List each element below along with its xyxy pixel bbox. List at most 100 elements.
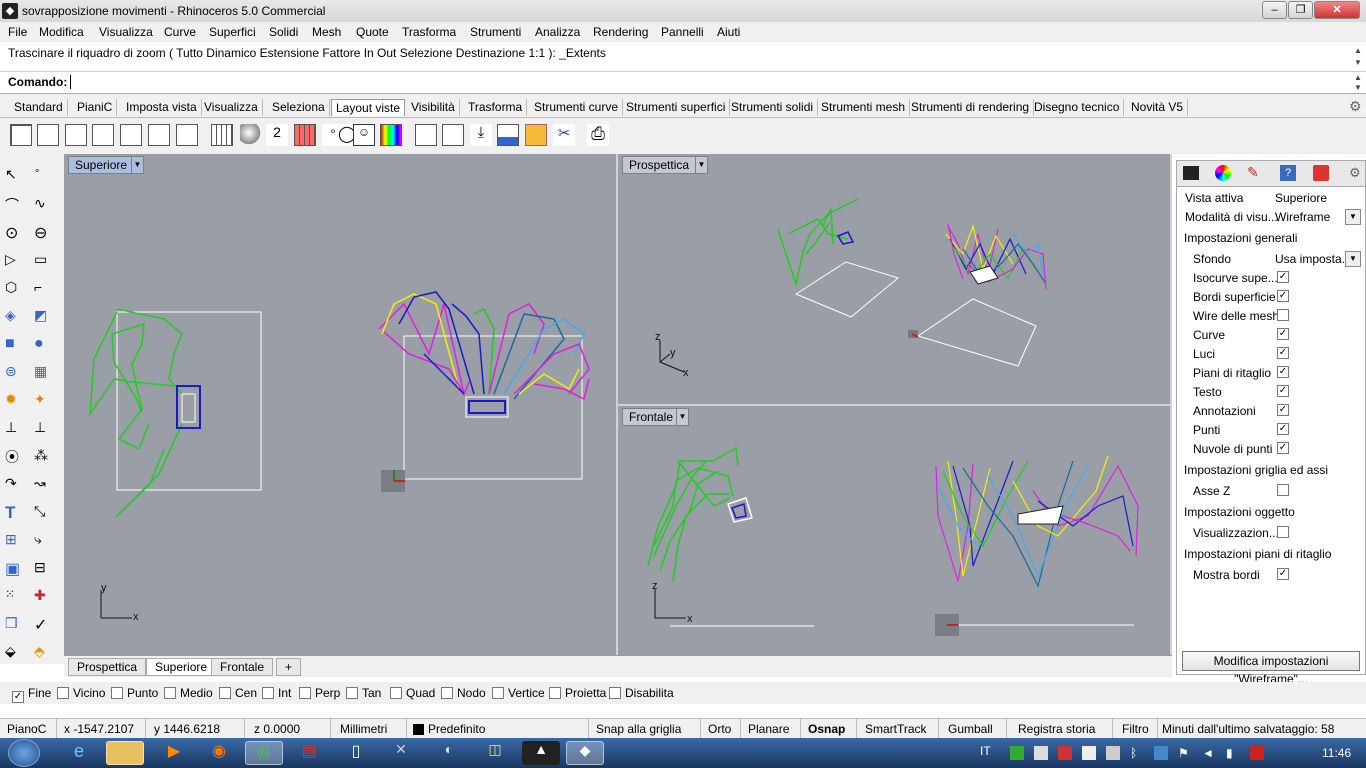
tab-strumenti-rendering[interactable]: Strumenti di rendering [907, 99, 1035, 116]
ungroup-icon[interactable]: ⁂ [34, 447, 54, 467]
circle-icon[interactable]: ⊙ [5, 223, 25, 243]
tool-icon[interactable]: ✕ [382, 741, 420, 765]
osnap-checkbox[interactable] [609, 687, 621, 699]
cmd-scroll-up-icon[interactable]: ▲ [1352, 73, 1364, 83]
polyline-icon[interactable]: ⌒ [5, 195, 25, 215]
orto-button[interactable]: Orto [708, 722, 731, 736]
check-icon[interactable]: ✓ [34, 615, 54, 635]
arc-icon[interactable]: ▷ [5, 251, 25, 271]
planare-button[interactable]: Planare [748, 722, 789, 736]
option-checkbox[interactable]: ✓ [1277, 385, 1289, 397]
menu-modifica[interactable]: Modifica [39, 25, 84, 39]
print-icon[interactable]: ⎙ [587, 124, 609, 146]
smarttrack-button[interactable]: SmartTrack [865, 722, 927, 736]
explode-icon[interactable]: ✦ [34, 391, 54, 411]
app-icon[interactable]: ◐ [430, 741, 468, 765]
select-arrow-icon[interactable]: ↖ [5, 166, 25, 186]
layers-icon[interactable] [1313, 165, 1329, 181]
trim-icon[interactable]: ⊥ [5, 419, 25, 439]
tab-visibilita[interactable]: Visibilità [407, 99, 460, 116]
modify-wireframe-button[interactable]: Modifica impostazioni "Wireframe"... [1182, 651, 1360, 686]
gumball-button[interactable]: Gumball [948, 722, 993, 736]
array-icon[interactable]: ⊞ [5, 531, 25, 551]
maximize-button[interactable]: ❐ [1288, 1, 1313, 19]
layout-import-icon[interactable]: ⤓ [470, 124, 492, 146]
menu-strumenti[interactable]: Strumenti [470, 25, 521, 39]
extrude-surface-icon[interactable]: ◩ [34, 307, 54, 327]
mesh-icon[interactable]: ▦ [34, 363, 54, 383]
osnap-checkbox[interactable] [441, 687, 453, 699]
firefox-icon[interactable]: ◉ [200, 741, 238, 765]
osnap-checkbox[interactable]: ✓ [12, 691, 24, 703]
osnap-punto[interactable]: Punto [111, 686, 158, 700]
color-wheel-icon[interactable] [1215, 165, 1231, 181]
volume-icon[interactable]: ◄ [1202, 746, 1216, 760]
osnap-checkbox[interactable] [164, 687, 176, 699]
menu-trasforma[interactable]: Trasforma [402, 25, 456, 39]
rebuild-icon[interactable]: ↝ [34, 475, 54, 495]
chrome-icon[interactable]: ◎ [245, 741, 283, 765]
row-check-3[interactable]: Curve ✓ [1177, 326, 1365, 345]
page-layout-icon[interactable] [415, 124, 437, 146]
menu-curve[interactable]: Curve [164, 25, 196, 39]
4-viewports-icon[interactable] [10, 124, 32, 146]
osnap-checkbox[interactable] [219, 687, 231, 699]
tab-novita-v5[interactable]: Novità V5 [1127, 99, 1189, 116]
row-visualizzazione[interactable]: Visualizzazion... [1177, 524, 1365, 543]
status-units[interactable]: Millimetri [340, 722, 387, 736]
tray-icon[interactable] [1058, 746, 1072, 760]
status-layer[interactable]: Predefinito [428, 722, 485, 736]
cylinder-icon[interactable]: ⊜ [5, 363, 25, 383]
explorer-icon[interactable] [106, 741, 144, 765]
chevron-down-icon[interactable]: ▼ [1345, 209, 1361, 225]
visualizzazione-checkbox[interactable] [1277, 526, 1289, 538]
tab-layout-viste[interactable]: Layout viste [331, 99, 406, 116]
face-icon[interactable]: ☺ [353, 124, 375, 146]
grid-color-icon[interactable] [294, 124, 316, 146]
command-input[interactable] [70, 75, 71, 89]
join-icon[interactable]: ↷ [5, 475, 25, 495]
option-checkbox[interactable]: ✓ [1277, 404, 1289, 416]
snap-grid-button[interactable]: Snap alla griglia [596, 722, 681, 736]
row-check-0[interactable]: Isocurve supe... ✓ [1177, 269, 1365, 288]
vtab-frontale[interactable]: Frontale [211, 658, 274, 676]
row-check-9[interactable]: Nuvole di punti ✓ [1177, 440, 1365, 459]
rhino-app-icon[interactable]: ◆ [2, 3, 18, 19]
menu-solidi[interactable]: Solidi [269, 25, 298, 39]
tools-icon[interactable]: ✂ [553, 124, 575, 146]
media-player-icon[interactable]: ▶ [155, 741, 193, 765]
split-vertical-icon[interactable] [176, 124, 198, 146]
tab-disegno-tecnico[interactable]: Disegno tecnico [1030, 99, 1125, 116]
asse-z-checkbox[interactable] [1277, 484, 1289, 496]
menu-rendering[interactable]: Rendering [593, 25, 648, 39]
option-checkbox[interactable]: ✓ [1277, 423, 1289, 435]
option-checkbox[interactable]: ✓ [1277, 366, 1289, 378]
tab-strumenti-superfici[interactable]: Strumenti superfici [622, 99, 731, 116]
split-icon[interactable]: ⊥ [34, 419, 54, 439]
curve-icon[interactable]: ∿ [34, 195, 54, 215]
row-check-2[interactable]: Wire delle mesh [1177, 307, 1365, 326]
osnap-quad[interactable]: Quad [390, 686, 435, 700]
layer-icon[interactable]: ⬙ [5, 643, 25, 663]
osnap-vicino[interactable]: Vicino [57, 686, 105, 700]
menu-quote[interactable]: Quote [356, 25, 389, 39]
tab-seleziona[interactable]: Seleziona [268, 99, 330, 116]
row-mostra-bordi[interactable]: Mostra bordi ✓ [1177, 566, 1365, 585]
clock[interactable]: 11:46 [1322, 746, 1351, 760]
notes-icon[interactable]: ◫ [476, 741, 514, 765]
3-viewports-icon[interactable] [37, 124, 59, 146]
viewport-frontale[interactable]: Frontale ▼ z x [618, 406, 1170, 656]
tab-pianic[interactable]: PianiC [73, 99, 118, 116]
language-indicator[interactable]: IT [980, 744, 991, 758]
vtab-superiore[interactable]: Superiore [146, 658, 217, 676]
boolean-icon[interactable]: ✹ [5, 391, 25, 411]
cmd-scroll-down-icon[interactable]: ▼ [1352, 83, 1364, 93]
grid-icon[interactable] [211, 124, 233, 146]
group-icon[interactable]: ⦿ [5, 447, 25, 467]
osnap-nodo[interactable]: Nodo [441, 686, 486, 700]
block-icon[interactable]: ▣ [5, 559, 25, 579]
tray-icon[interactable] [1154, 746, 1168, 760]
point-tool-icon[interactable]: ∘ [34, 166, 54, 186]
row-sfondo[interactable]: Sfondo Usa imposta... ▼ [1177, 250, 1365, 269]
tray-icon[interactable] [1106, 746, 1120, 760]
